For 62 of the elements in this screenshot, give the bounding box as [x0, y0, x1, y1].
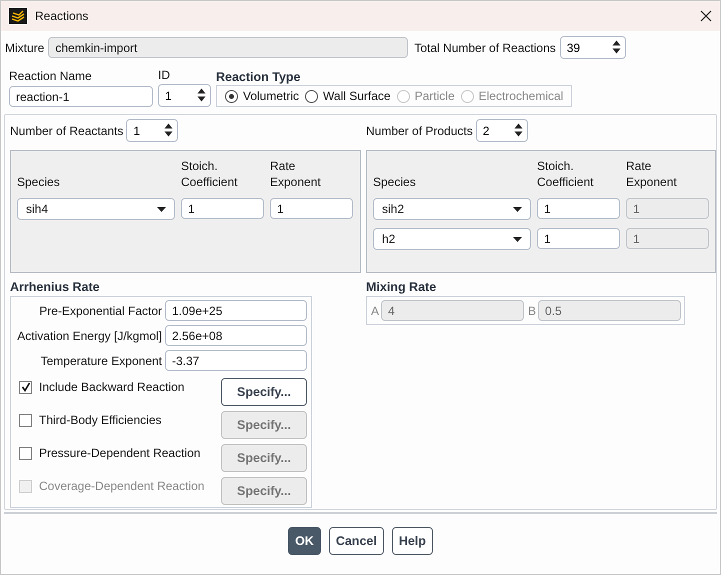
radio-label: Electrochemical: [478, 89, 564, 103]
checkbox-label: Include Backward Reaction: [39, 380, 184, 394]
checkbox-label: Coverage-Dependent Reaction: [39, 479, 204, 493]
rate-exponent-field[interactable]: 1: [270, 198, 353, 219]
spin-arrows-icon[interactable]: [514, 122, 523, 138]
count-label: Number of Reactants: [10, 124, 124, 138]
parameter-label: Temperature Exponent: [40, 354, 162, 368]
checkbox[interactable]: [19, 414, 32, 426]
window-title: Reactions: [35, 9, 90, 23]
radio-button[interactable]: [225, 90, 238, 102]
count-spinner[interactable]: 2: [476, 119, 528, 142]
species-dropdown[interactable]: sih4: [17, 198, 175, 220]
mixing-rate-heading: Mixing Rate: [366, 280, 438, 294]
checkbox[interactable]: [19, 380, 32, 394]
reaction-name-label: Reaction Name: [9, 69, 93, 83]
app-logo-icon: [9, 8, 27, 24]
column-header: Species: [373, 174, 417, 190]
species-dropdown[interactable]: h2: [373, 228, 531, 250]
species-dropdown[interactable]: sih2: [373, 198, 531, 220]
checkbox-label: Pressure-Dependent Reaction: [39, 446, 200, 460]
radio-label: Wall Surface: [323, 89, 391, 103]
parameter-field[interactable]: -3.37: [165, 350, 307, 371]
dialog-button[interactable]: Help: [392, 527, 433, 555]
column-header: Rate Exponent: [626, 158, 678, 190]
stoich-field[interactable]: 1: [181, 198, 264, 219]
mixing-label: B: [528, 304, 536, 318]
checkbox-label: Third-Body Efficiencies: [39, 413, 162, 427]
checkbox[interactable]: [19, 446, 32, 460]
dialog-button[interactable]: OK: [288, 527, 321, 555]
close-icon[interactable]: [700, 10, 712, 22]
dialog-button[interactable]: Cancel: [328, 527, 384, 555]
column-header: Stoich. Coefficient: [181, 158, 238, 190]
id-label: ID: [158, 68, 171, 82]
count-spinner[interactable]: 1: [126, 119, 178, 142]
caret-icon: [513, 236, 522, 242]
column-header: Stoich. Coefficient: [537, 158, 594, 190]
mixing-label: A: [371, 304, 380, 318]
spin-arrows-icon[interactable]: [612, 39, 621, 55]
spin-arrows-icon[interactable]: [164, 122, 174, 138]
column-header: Species: [17, 174, 61, 190]
parameter-field[interactable]: 1.09e+25: [165, 300, 307, 321]
caret-icon: [513, 206, 522, 212]
total-reactions-spinner[interactable]: 39: [560, 36, 626, 59]
parameter-label: Pre-Exponential Factor: [39, 304, 162, 318]
total-reactions-label: Total Number of Reactions: [414, 40, 556, 54]
spin-arrows-icon[interactable]: [197, 87, 206, 103]
parameter-label: Activation Energy [J/kgmol]: [17, 328, 162, 342]
caret-icon: [157, 206, 166, 212]
reaction-type-heading: Reaction Type: [216, 70, 302, 84]
radio-button[interactable]: [305, 90, 318, 102]
mixture-label: Mixture: [5, 40, 44, 54]
count-label: Number of Products: [366, 124, 473, 138]
specify-button[interactable]: Specify...: [221, 378, 307, 406]
reaction-name-field[interactable]: reaction-1: [9, 86, 153, 107]
radio-label: Volumetric: [243, 89, 300, 103]
column-header: Rate Exponent: [270, 158, 322, 190]
arrhenius-heading: Arrhenius Rate: [10, 280, 101, 294]
id-spinner[interactable]: 1: [158, 84, 211, 107]
stoich-field[interactable]: 1: [537, 228, 620, 249]
radio-label: Particle: [414, 89, 455, 103]
stoich-field[interactable]: 1: [537, 198, 620, 219]
parameter-field[interactable]: 2.56e+08: [165, 325, 307, 346]
